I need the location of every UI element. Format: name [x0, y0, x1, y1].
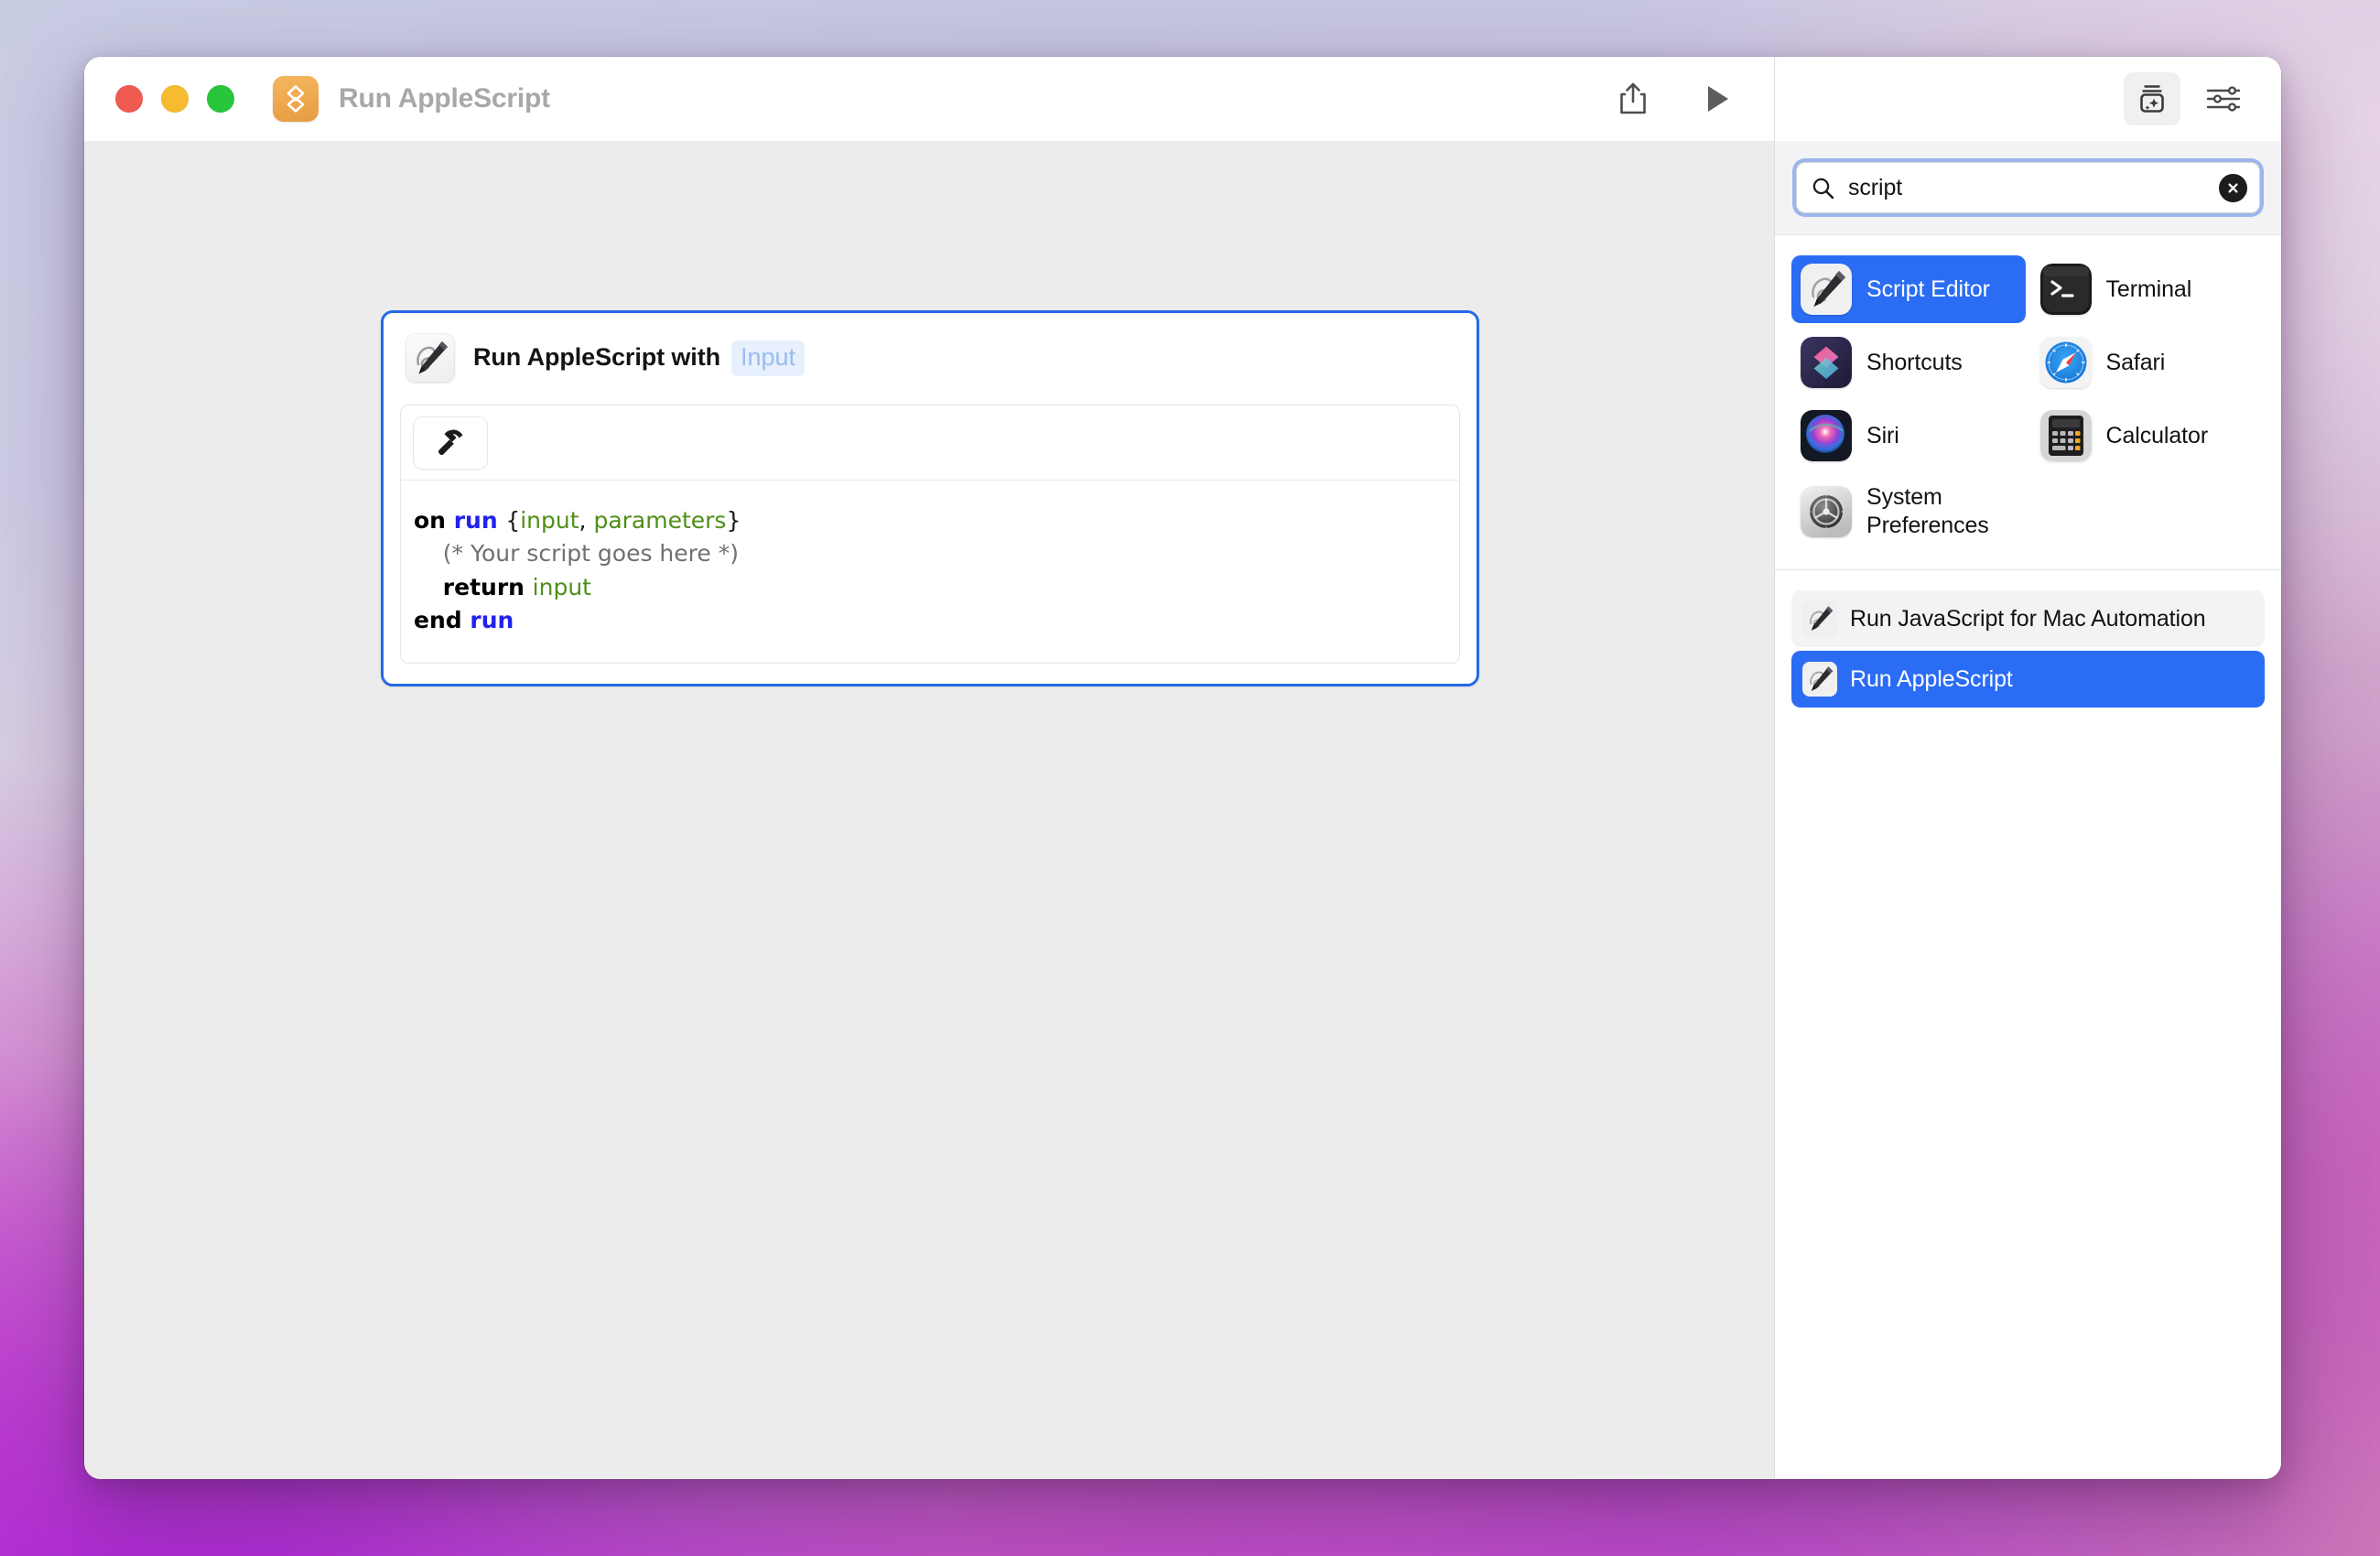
action-title: Run AppleScript with [473, 342, 720, 371]
app-label: Shortcuts [1866, 349, 1963, 375]
action-card-run-applescript[interactable]: Run AppleScript with Input on run {input,… [381, 310, 1479, 686]
titlebar-actions [1611, 77, 1739, 121]
window-titlebar: Run AppleScript [84, 57, 2281, 141]
action-results-list: Run JavaScript for Mac Automation Run Ap… [1775, 570, 2281, 1479]
code-line: on run {input, parameters} [414, 504, 1444, 537]
code-token: } [726, 507, 741, 534]
script-editor-toolbar [401, 405, 1459, 481]
applescript-code[interactable]: on run {input, parameters} (* Your scrip… [401, 481, 1459, 663]
variables-button[interactable] [2201, 77, 2245, 121]
automator-app-icon [273, 76, 319, 122]
safari-icon [2039, 337, 2092, 388]
action-library-button[interactable] [2124, 72, 2180, 125]
app-grid: Script Editor Terminal Shortcuts Safari … [1775, 235, 2281, 570]
clear-icon[interactable] [2219, 173, 2247, 202]
code-token: on [414, 507, 454, 534]
search-icon [1811, 176, 1835, 200]
action-list-item[interactable]: Run AppleScript [1791, 651, 2265, 708]
code-token: , [579, 507, 594, 534]
app-cell-shortcuts[interactable]: Shortcuts [1791, 329, 2026, 396]
app-cell-system-preferences[interactable]: System Preferences [1791, 475, 2026, 547]
action-library-sidebar: script Script Editor Terminal Shortcuts … [1774, 141, 2281, 1479]
action-card-header: Run AppleScript with Input [400, 328, 1460, 388]
app-label: Script Editor [1866, 276, 1990, 302]
code-token: run [470, 606, 514, 633]
run-button[interactable] [1695, 77, 1739, 121]
action-label: Run JavaScript for Mac Automation [1850, 605, 2206, 632]
traffic-lights [115, 85, 234, 113]
action-title-row: Run AppleScript with Input [473, 340, 806, 376]
close-button[interactable] [115, 85, 143, 113]
script-editor-icon [1801, 264, 1852, 315]
terminal-icon [2039, 264, 2092, 315]
app-label: Siri [1866, 422, 1899, 448]
script-editor-icon [1802, 662, 1837, 697]
app-cell-siri[interactable]: Siri [1791, 402, 2026, 470]
search-input[interactable]: script [1848, 175, 2206, 201]
app-cell-terminal[interactable]: Terminal [2031, 255, 2266, 323]
code-token: return [442, 573, 533, 600]
script-editor-icon [406, 333, 455, 383]
code-token: input [520, 507, 579, 534]
code-token: { [505, 507, 521, 534]
code-token: run [453, 507, 506, 534]
action-label: Run AppleScript [1850, 665, 2013, 692]
app-label: System Preferences [1866, 484, 1989, 538]
window-body: Run AppleScript with Input on run {input,… [84, 141, 2281, 1479]
app-label: Terminal [2105, 276, 2192, 302]
shortcuts-icon [1801, 337, 1852, 388]
code-token: end [414, 606, 471, 633]
window-title: Run AppleScript [339, 83, 550, 113]
script-editor-box[interactable]: on run {input, parameters} (* Your scrip… [400, 405, 1460, 664]
search-area: script [1775, 141, 2281, 235]
app-cell-calculator[interactable]: Calculator [2031, 402, 2266, 470]
titlebar-left-section: Run AppleScript [84, 57, 1774, 141]
system-preferences-icon [1801, 485, 1852, 537]
code-line: (* Your script goes here *) [414, 537, 1444, 570]
code-line: return input [414, 571, 1444, 604]
app-label: Safari [2105, 349, 2166, 375]
action-list-item[interactable]: Run JavaScript for Mac Automation [1791, 590, 2265, 647]
compile-button[interactable] [414, 416, 487, 469]
input-token[interactable]: Input [731, 340, 806, 376]
titlebar-right-section [1774, 57, 2281, 141]
app-cell-safari[interactable]: Safari [2031, 329, 2266, 396]
zoom-button[interactable] [207, 85, 234, 113]
script-editor-icon [1802, 601, 1837, 636]
code-token: input [532, 573, 591, 600]
app-label: Calculator [2105, 422, 2209, 448]
search-field[interactable]: script [1796, 162, 2260, 213]
minimize-button[interactable] [161, 85, 189, 113]
siri-icon [1801, 410, 1852, 461]
code-token: parameters [593, 507, 727, 534]
share-button[interactable] [1611, 77, 1655, 121]
workflow-canvas[interactable]: Run AppleScript with Input on run {input,… [84, 141, 1774, 1479]
calculator-icon [2039, 410, 2092, 461]
code-line: end run [414, 604, 1444, 637]
code-token: (* Your script goes here *) [414, 540, 739, 567]
automator-window: Run AppleScript Run AppleScript with Inp… [84, 57, 2281, 1479]
app-cell-script-editor[interactable]: Script Editor [1791, 255, 2026, 323]
